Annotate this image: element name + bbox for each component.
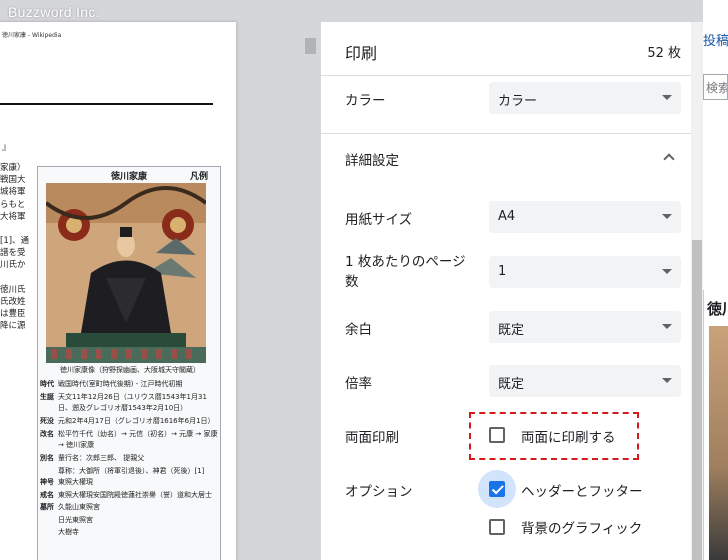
preview-scrollbar-thumb[interactable] bbox=[305, 38, 316, 54]
infobox-value: 東照大權現 bbox=[58, 477, 93, 486]
infobox-subvalue: 日光東照宮 bbox=[58, 516, 93, 525]
pages-per-sheet-select[interactable]: 1 bbox=[489, 256, 681, 288]
infobox-legend-link: 凡例 bbox=[189, 172, 208, 182]
chevron-down-icon bbox=[662, 269, 672, 274]
color-select[interactable]: カラー bbox=[489, 82, 681, 114]
background-link-text: 投稿記 bbox=[703, 34, 728, 49]
pages-per-sheet-label: 1 枚あたりのページ 数 bbox=[345, 252, 466, 292]
infobox-row: 墓所 久能山東照宮 bbox=[40, 502, 218, 513]
panel-title: 印刷 bbox=[345, 44, 378, 63]
headers-footers-label[interactable]: ヘッダーとフッター bbox=[521, 480, 643, 500]
infobox-row: 戒名 東照大權現安国院殿徳蓮社崇譽（誉）道和大居士 bbox=[40, 490, 218, 501]
margins-label: 余白 bbox=[345, 322, 372, 338]
infobox-row: 神号 東照大權現 bbox=[40, 477, 218, 488]
panel-header: 印刷 52 枚 bbox=[321, 22, 691, 76]
preview-line: [1]、通 bbox=[0, 236, 30, 247]
scale-label: 倍率 bbox=[345, 376, 372, 392]
infobox-subvalue: 尊称：大御所（将軍引退後）、神君（死後）[1] bbox=[58, 466, 205, 475]
infobox-row: 時代 戦国時代(室町時代後期) - 江戸時代初期 bbox=[40, 379, 218, 390]
scale-value: 既定 bbox=[498, 377, 525, 392]
paper-size-value: A4 bbox=[498, 209, 516, 224]
infobox-key: 生誕 bbox=[40, 392, 54, 401]
infobox-rows: 時代 戦国時代(室町時代後期) - 江戸時代初期 生誕 天文11年12月26日（… bbox=[40, 379, 218, 538]
infobox-value: 戦国時代(室町時代後期) - 江戸時代初期 bbox=[58, 380, 183, 388]
preview-line: は豊臣 bbox=[0, 309, 26, 320]
infobox-value: 松平竹千代（幼名）→ 元信（初名）→ 元康 → 家康 → 徳川家康 bbox=[58, 429, 218, 449]
background-portrait-image bbox=[709, 326, 728, 560]
background-graphics-checkbox[interactable] bbox=[489, 519, 505, 535]
duplex-label: 両面印刷 bbox=[345, 430, 399, 446]
infobox-value: 久能山東照宮 bbox=[58, 503, 100, 512]
preview-line: 譜を受 bbox=[0, 248, 26, 259]
paper-size-select[interactable]: A4 bbox=[489, 201, 681, 233]
infobox-value: 東照大權現安国院殿徳蓮社崇譽（誉）道和大居士 bbox=[58, 490, 212, 499]
preview-bracket: 』 bbox=[2, 143, 12, 153]
preview-body-text: 家康） 戦国大 城将軍 らもと 大将軍 [1]、通 譜を受 川氏か 徳川氏 氏改… bbox=[0, 162, 30, 332]
preview-scrollbar[interactable] bbox=[304, 22, 318, 560]
chevron-down-icon bbox=[662, 95, 672, 100]
color-label: カラー bbox=[345, 93, 386, 109]
infobox-value: 天文11年12月26日（ユリウス暦1543年1月31日、遡及グレゴリオ暦1543… bbox=[58, 392, 207, 413]
infobox-value: 元和2年4月17日（グレゴリオ暦1616年6月1日） bbox=[58, 416, 215, 425]
infobox-key: 別名 bbox=[40, 453, 54, 462]
pages-per-sheet-value: 1 bbox=[498, 264, 507, 279]
preview-line: 家康） bbox=[0, 163, 26, 173]
infobox-key: 死没 bbox=[40, 416, 54, 425]
advanced-settings-toggle[interactable]: 詳細設定 bbox=[345, 149, 399, 169]
headers-footers-checkbox[interactable] bbox=[489, 481, 505, 497]
divider bbox=[321, 133, 691, 134]
preview-line: らもと bbox=[0, 199, 26, 210]
infobox-value: 輩行名：次郎三郎、 提親父 bbox=[58, 453, 145, 462]
preview-line: 降に源 bbox=[0, 321, 26, 332]
watermark: Buzzword Inc. bbox=[8, 4, 100, 20]
preview-line: 戦国大 bbox=[0, 175, 26, 186]
preview-header: 徳川家康 - Wikipedia bbox=[2, 32, 62, 39]
infobox-row: 別名 輩行名：次郎三郎、 提親父 bbox=[40, 453, 218, 464]
infobox-key: 戒名 bbox=[40, 490, 54, 499]
paper-size-label: 用紙サイズ bbox=[345, 212, 413, 228]
preview-line: 大将軍 bbox=[0, 211, 26, 222]
portrait-caption: 徳川家康像（狩野探幽画、大阪城天守閣蔵） bbox=[60, 366, 200, 374]
options-label: オプション bbox=[345, 484, 413, 500]
infobox-key: 改名 bbox=[40, 429, 54, 438]
infobox-row: 死没 元和2年4月17日（グレゴリオ暦1616年6月1日） bbox=[40, 416, 218, 427]
background-graphics-label[interactable]: 背景のグラフィック bbox=[521, 517, 642, 537]
infobox: 徳川家康 凡例 徳川家康像（狩野探幽画、大阪城天守閣蔵） 時代 戦国時代(室町時… bbox=[37, 166, 221, 560]
preview-line: 城将軍 bbox=[0, 187, 26, 198]
background-search-box: 検索 bbox=[703, 74, 728, 100]
infobox-key: 時代 bbox=[40, 380, 54, 388]
print-preview-page: 徳川家康 - Wikipedia 』 家康） 戦国大 城将軍 らもと 大将軍 [… bbox=[0, 22, 236, 560]
scale-select[interactable]: 既定 bbox=[489, 365, 681, 397]
chevron-down-icon bbox=[662, 324, 672, 329]
chevron-down-icon bbox=[662, 214, 672, 219]
preview-line: 徳川氏 bbox=[0, 284, 26, 295]
infobox-key: 墓所 bbox=[40, 503, 54, 512]
chevron-down-icon bbox=[662, 378, 672, 383]
infobox-row: 改名 松平竹千代（幼名）→ 元信（初名）→ 元康 → 家康 → 徳川家康 bbox=[40, 429, 218, 452]
preview-title-rule bbox=[0, 103, 213, 105]
settings-scrollbar-thumb[interactable] bbox=[692, 240, 702, 560]
background-page-title: 徳川 bbox=[707, 300, 728, 318]
infobox-row: 生誕 天文11年12月26日（ユリウス暦1543年1月31日、遡及グレゴリオ暦1… bbox=[40, 392, 218, 415]
chevron-up-icon[interactable] bbox=[663, 153, 675, 165]
preview-line: 氏改姓 bbox=[0, 296, 26, 307]
margins-select[interactable]: 既定 bbox=[489, 311, 681, 343]
page-count: 52 枚 bbox=[647, 46, 681, 61]
duplex-checkbox[interactable] bbox=[489, 427, 505, 443]
color-select-value: カラー bbox=[498, 94, 538, 109]
infobox-subvalue: 大樹寺 bbox=[58, 527, 79, 536]
duplex-checkbox-label[interactable]: 両面に印刷する bbox=[521, 426, 616, 446]
print-settings-panel: 印刷 52 枚 カラー カラー 詳細設定 用紙サイズ A4 1 枚あたりのページ… bbox=[321, 22, 691, 560]
margins-value: 既定 bbox=[498, 323, 525, 338]
preview-line: 川氏か bbox=[0, 260, 26, 271]
portrait-image bbox=[46, 183, 206, 363]
infobox-key: 神号 bbox=[40, 477, 54, 486]
pages-per-sheet-label-line: 数 bbox=[345, 274, 359, 290]
pages-per-sheet-label-line: 1 枚あたりのページ bbox=[345, 254, 466, 270]
